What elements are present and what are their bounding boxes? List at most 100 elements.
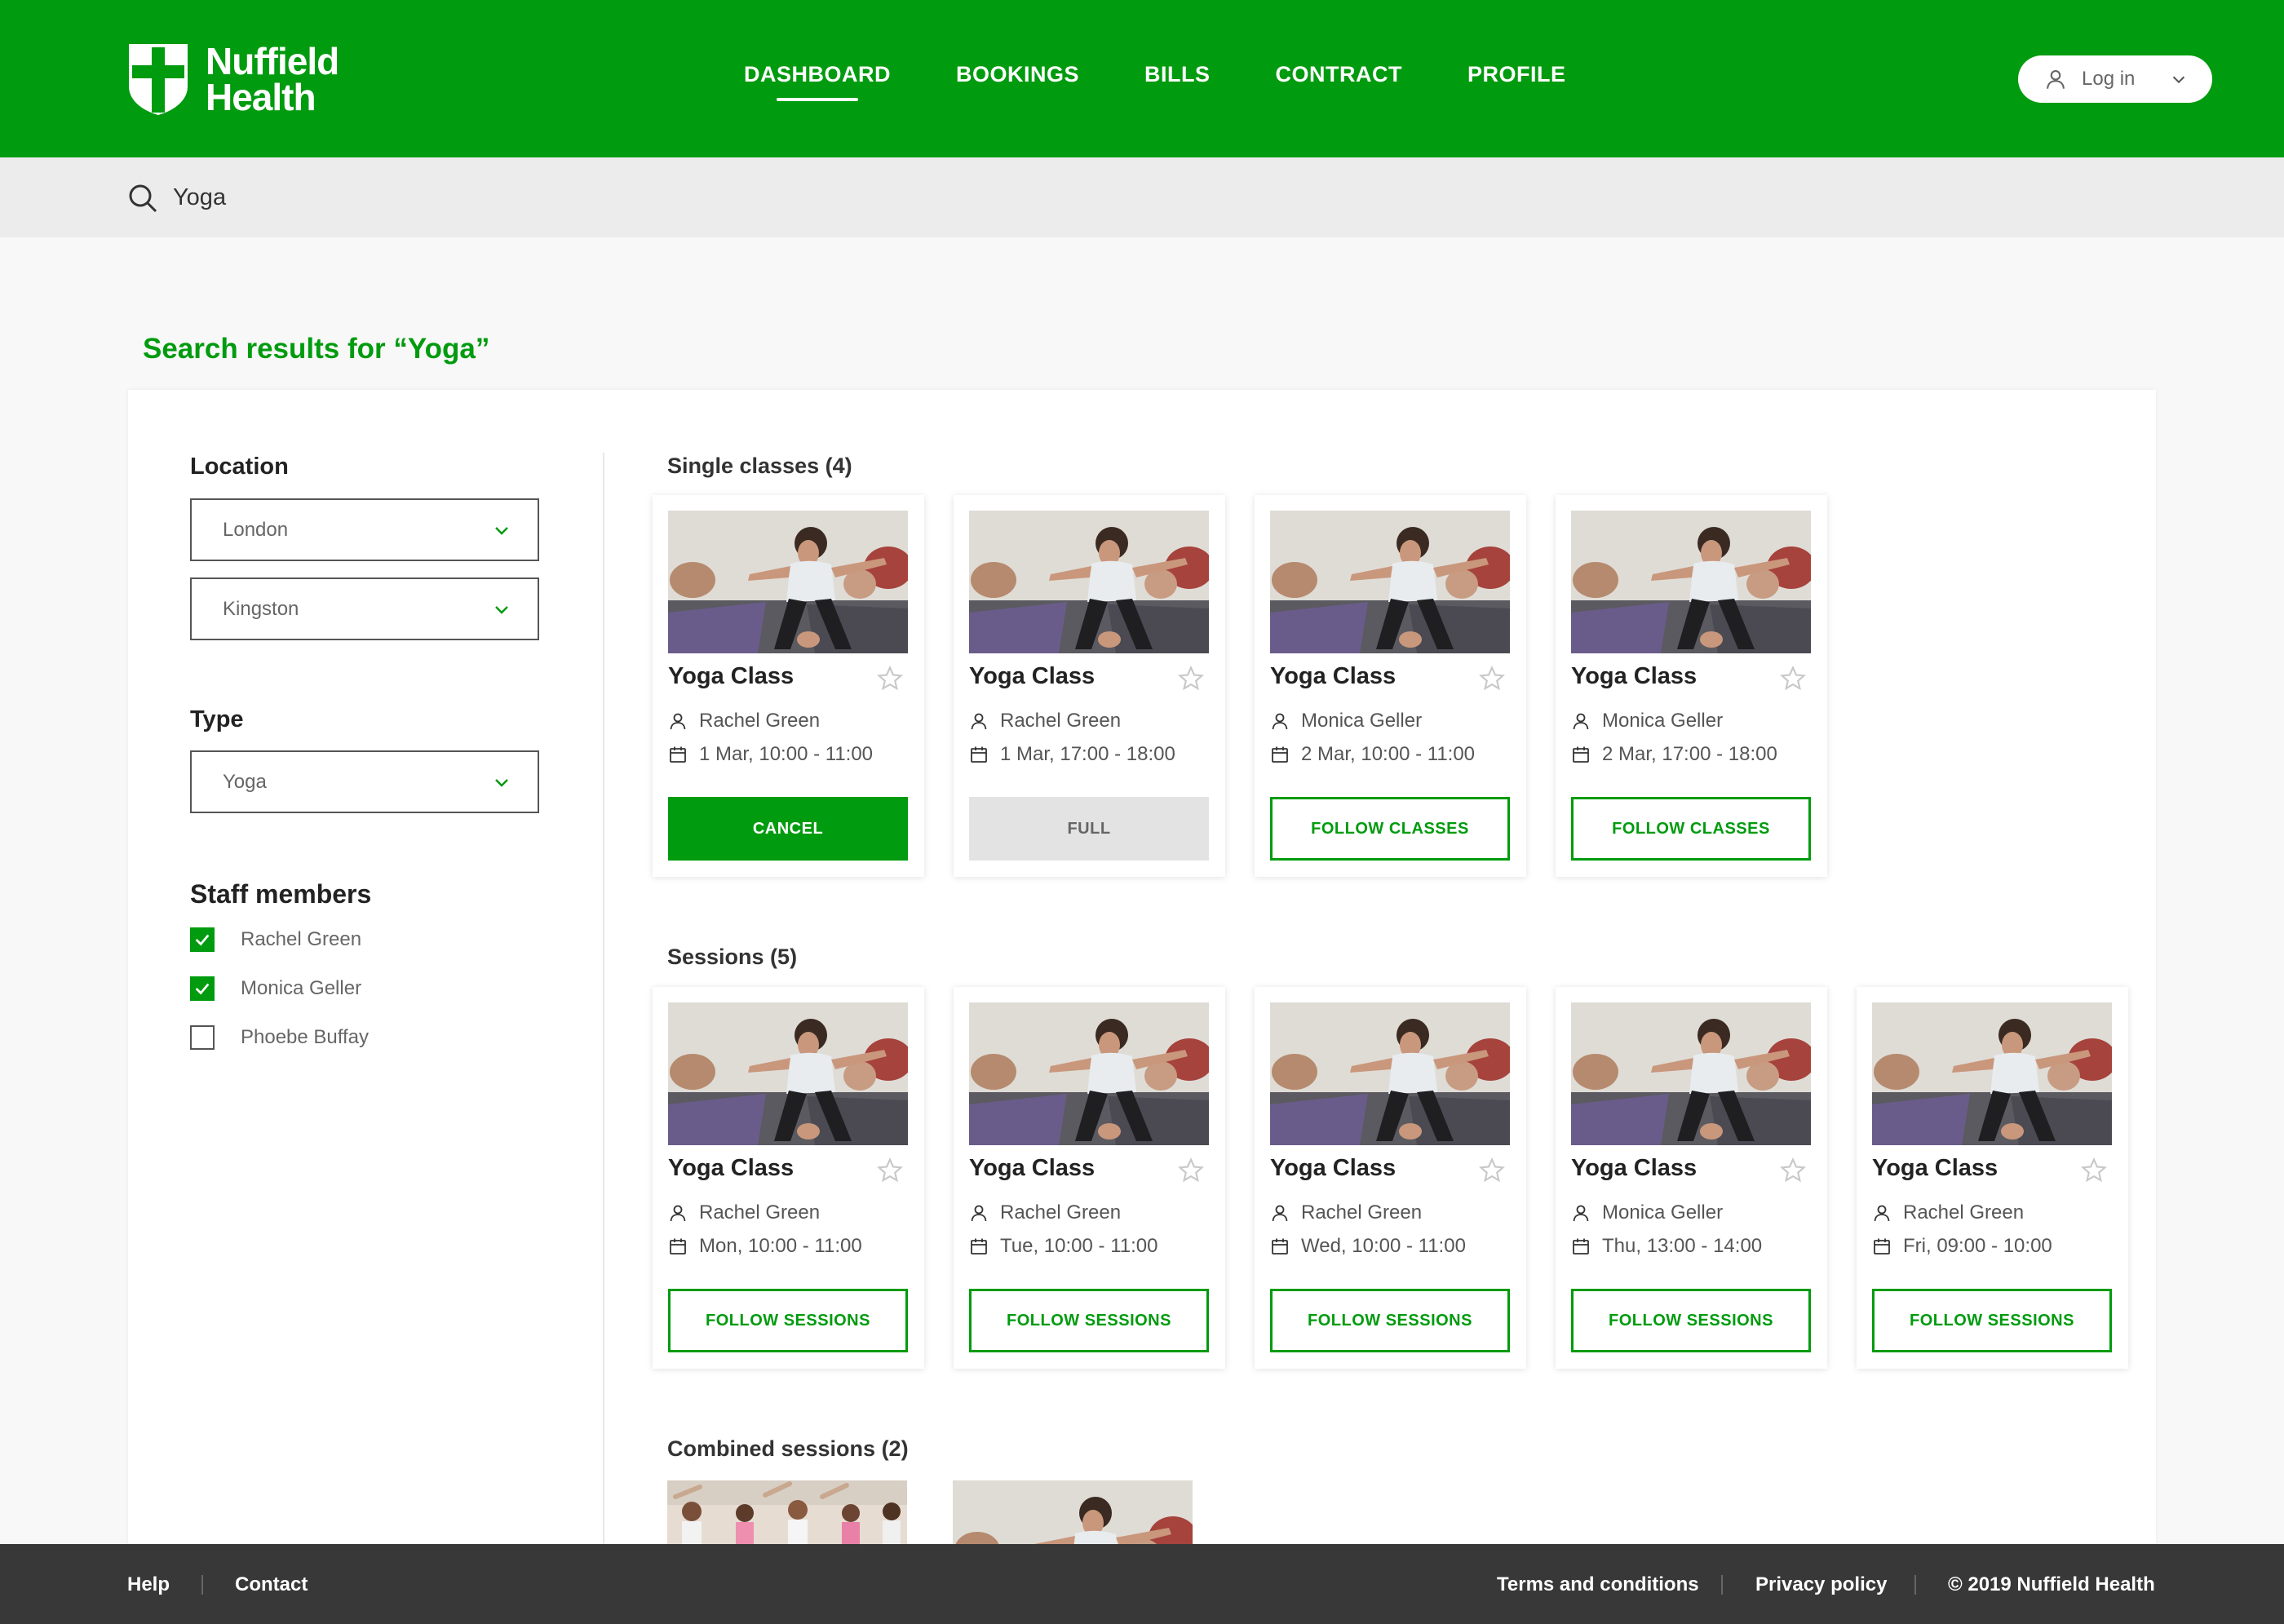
instructor-name: Rachel Green <box>699 1201 821 1224</box>
class-action-button[interactable]: FOLLOW CLASSES <box>1270 797 1510 861</box>
calendar-icon <box>1272 1238 1288 1255</box>
nav-dashboard[interactable]: DASHBOARD <box>744 62 891 101</box>
page-footer: Help Contact Terms and conditions Privac… <box>0 1544 2284 1624</box>
class-action-button[interactable]: FOLLOW SESSIONS <box>1270 1289 1510 1352</box>
checkbox[interactable] <box>190 976 215 1001</box>
instructor-row: Rachel Green <box>969 1201 1121 1224</box>
calendar-icon <box>1573 1238 1589 1255</box>
class-action-button[interactable]: FOLLOW SESSIONS <box>1872 1289 2112 1352</box>
class-thumbnail[interactable] <box>1571 1002 1811 1145</box>
class-card[interactable]: Yoga Class Monica Geller Thu, 13:00 - 14:0… <box>1556 987 1827 1369</box>
class-thumbnail[interactable] <box>969 511 1209 653</box>
combined-session-thumbnail[interactable] <box>953 1480 1193 1546</box>
brand-name-line2: Health <box>206 75 316 118</box>
yoga-class-image <box>1571 1002 1811 1145</box>
class-card[interactable]: Yoga Class Rachel Green Mon, 10:00 - 11:00… <box>653 987 924 1369</box>
nav-profile[interactable]: PROFILE <box>1467 62 1566 87</box>
class-action-button[interactable]: FOLLOW SESSIONS <box>668 1289 908 1352</box>
class-thumbnail[interactable] <box>668 1002 908 1145</box>
class-action-button[interactable]: FOLLOW SESSIONS <box>969 1289 1209 1352</box>
class-thumbnail[interactable] <box>969 1002 1209 1145</box>
location-filter-label: Location <box>190 454 289 480</box>
search-icon[interactable] <box>127 183 158 214</box>
time-row: Wed, 10:00 - 11:00 <box>1270 1235 1466 1258</box>
class-thumbnail[interactable] <box>1872 1002 2112 1145</box>
nav-bills[interactable]: BILLS <box>1144 62 1211 87</box>
class-thumbnail[interactable] <box>668 511 908 653</box>
chevron-down-icon <box>495 778 508 787</box>
class-thumbnail[interactable] <box>1571 511 1811 653</box>
class-action-button[interactable]: FOLLOW CLASSES <box>1571 797 1811 861</box>
checkbox[interactable] <box>190 927 215 952</box>
star-icon[interactable] <box>2080 1157 2108 1184</box>
user-icon <box>1272 713 1288 730</box>
branch-select-value: Kingston <box>223 597 299 620</box>
yoga-class-image <box>668 511 908 653</box>
class-thumbnail[interactable] <box>1270 511 1510 653</box>
login-label: Log in <box>2082 68 2136 90</box>
star-icon[interactable] <box>1779 665 1807 693</box>
staff-filter-label: Staff members <box>190 879 372 909</box>
star-icon[interactable] <box>1177 1157 1205 1184</box>
class-card[interactable]: Yoga Class Rachel Green 1 Mar, 17:00 - 18:… <box>954 495 1225 877</box>
class-card[interactable]: Yoga Class Monica Geller 2 Mar, 10:00 - 11… <box>1255 495 1526 877</box>
shield-cross-icon <box>129 44 188 115</box>
calendar-icon <box>1874 1238 1890 1255</box>
star-icon[interactable] <box>1478 665 1506 693</box>
class-card[interactable]: Yoga Class Rachel Green Wed, 10:00 - 11:00… <box>1255 987 1526 1369</box>
user-icon <box>670 713 686 730</box>
class-title: Yoga Class <box>1872 1155 1998 1181</box>
class-title: Yoga Class <box>668 1155 795 1181</box>
instructor-name: Rachel Green <box>1301 1201 1423 1224</box>
star-icon[interactable] <box>1779 1157 1807 1184</box>
nav-contract[interactable]: CONTRACT <box>1276 62 1402 87</box>
instructor-name: Rachel Green <box>1903 1201 2025 1224</box>
sessions-title: Sessions (5) <box>667 945 798 969</box>
time-row: Mon, 10:00 - 11:00 <box>668 1235 862 1258</box>
class-action-button[interactable]: CANCEL <box>668 797 908 861</box>
class-time: 1 Mar, 17:00 - 18:00 <box>1000 743 1175 765</box>
class-card[interactable]: Yoga Class Monica Geller 2 Mar, 17:00 - 18… <box>1556 495 1827 877</box>
login-dropdown[interactable]: Log in <box>2018 55 2212 103</box>
staff-checkbox-phoebe-buffay[interactable]: Phoebe Buffay <box>190 1025 369 1050</box>
time-row: 1 Mar, 17:00 - 18:00 <box>969 743 1175 766</box>
class-time: Tue, 10:00 - 11:00 <box>1000 1235 1158 1257</box>
star-icon[interactable] <box>1177 665 1205 693</box>
yoga-class-image <box>969 1002 1209 1145</box>
class-card[interactable]: Yoga Class Rachel Green Fri, 09:00 - 10:00… <box>1857 987 2128 1369</box>
class-action-button[interactable]: FOLLOW SESSIONS <box>1571 1289 1811 1352</box>
star-icon[interactable] <box>876 665 904 693</box>
user-icon <box>1573 713 1589 730</box>
type-select[interactable]: Yoga <box>190 750 539 813</box>
footer-privacy-link[interactable]: Privacy policy <box>1755 1573 1887 1596</box>
yoga-class-image <box>1270 511 1510 653</box>
class-card[interactable]: Yoga Class Rachel Green Tue, 10:00 - 11:00… <box>954 987 1225 1369</box>
instructor-name: Rachel Green <box>1000 1201 1122 1224</box>
search-bar <box>0 157 2284 237</box>
class-thumbnail[interactable] <box>1270 1002 1510 1145</box>
footer-copyright: © 2019 Nuffield Health <box>1948 1573 2155 1595</box>
combined-session-thumbnail[interactable] <box>667 1480 907 1546</box>
nuffield-health-logo[interactable]: Nuffield Health <box>126 41 339 117</box>
class-card[interactable]: Yoga Class Rachel Green 1 Mar, 10:00 - 11:… <box>653 495 924 877</box>
search-input[interactable] <box>173 179 826 216</box>
time-row: 2 Mar, 10:00 - 11:00 <box>1270 743 1475 766</box>
instructor-name: Rachel Green <box>1000 710 1122 732</box>
user-icon <box>1272 1205 1288 1222</box>
star-icon[interactable] <box>1478 1157 1506 1184</box>
yoga-class-image <box>953 1480 1193 1546</box>
branch-select[interactable]: Kingston <box>190 577 539 640</box>
staff-checkbox-rachel-green[interactable]: Rachel Green <box>190 927 361 952</box>
instructor-row: Monica Geller <box>1571 710 1723 732</box>
footer-contact-link[interactable]: Contact <box>235 1573 308 1596</box>
staff-checkbox-monica-geller[interactable]: Monica Geller <box>190 976 361 1001</box>
user-icon <box>1874 1205 1890 1222</box>
class-action-button[interactable]: FULL <box>969 797 1209 861</box>
footer-terms-link[interactable]: Terms and conditions <box>1497 1573 1699 1596</box>
brand-name-line1: Nuffield <box>206 39 339 82</box>
location-select[interactable]: London <box>190 498 539 561</box>
nav-bookings[interactable]: BOOKINGS <box>956 62 1079 87</box>
footer-help-link[interactable]: Help <box>127 1573 170 1596</box>
checkbox[interactable] <box>190 1025 215 1050</box>
star-icon[interactable] <box>876 1157 904 1184</box>
